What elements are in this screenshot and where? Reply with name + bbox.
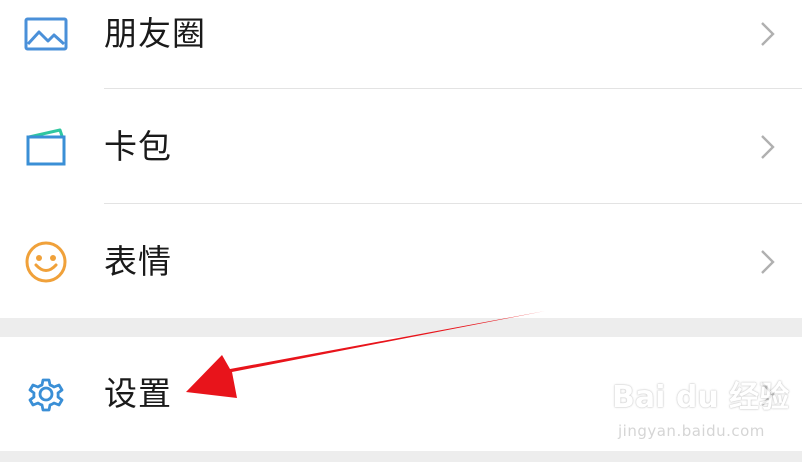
menu-group-top: 朋友圈 卡包 表情: [0, 0, 802, 318]
watermark-logo: Bai du 经验: [612, 380, 790, 415]
divider: [104, 88, 802, 89]
menu-item-label: 卡包: [104, 127, 172, 166]
menu-item-card-wallet[interactable]: 卡包: [0, 90, 802, 204]
menu-item-label: 表情: [104, 242, 172, 281]
moments-icon: [24, 17, 68, 51]
chevron-right-icon: [761, 22, 775, 46]
emoji-smile-icon: [25, 241, 67, 283]
chevron-right-icon: [761, 250, 775, 274]
menu-item-moments[interactable]: 朋友圈: [0, 0, 802, 91]
menu-item-stickers[interactable]: 表情: [0, 205, 802, 319]
menu-item-label: 设置: [104, 374, 172, 413]
card-wallet-icon: [26, 128, 66, 166]
watermark-url: jingyan.baidu.com: [618, 422, 765, 440]
divider: [104, 203, 802, 204]
menu-item-label: 朋友圈: [104, 14, 206, 53]
chevron-right-icon: [761, 135, 775, 159]
watermark: Bai du 经验 jingyan.baidu.com: [612, 372, 792, 444]
settings-gear-icon: [28, 378, 64, 412]
